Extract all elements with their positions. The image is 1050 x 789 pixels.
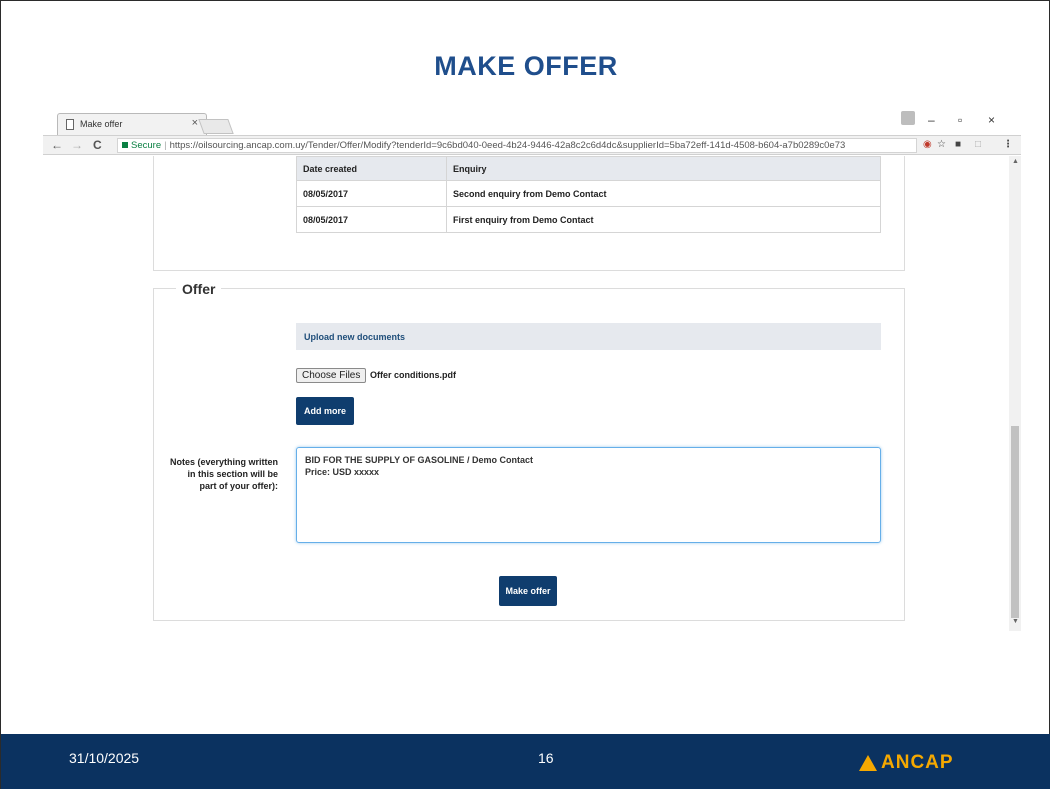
browser-window: Make offer × – ▫ × ← → C Secure | https://… (43, 111, 1021, 631)
notes-label: Notes (everything written in this sectio… (169, 457, 278, 491)
restore-button[interactable]: ▫ (958, 113, 962, 127)
cell-enquiry[interactable]: Second enquiry from Demo Contact (446, 180, 881, 207)
url-text: https://oilsourcing.ancap.com.uy/Tender/… (169, 140, 846, 151)
choose-files-button[interactable]: Choose Files (296, 368, 367, 383)
column-header: Date created (296, 156, 447, 181)
extension-icon[interactable]: ◉ (923, 139, 932, 150)
lock-icon (122, 142, 128, 148)
enquiries-table: Date created Enquiry 08/05/2017 Second e… (296, 156, 881, 233)
secure-label: Secure (131, 140, 162, 151)
cell-date: 08/05/2017 (296, 180, 447, 207)
add-more-files-button[interactable]: Add more files (296, 397, 354, 444)
extension-box-icon[interactable]: □ (975, 139, 981, 150)
page-icon (66, 119, 74, 130)
scroll-thumb[interactable] (1011, 426, 1019, 618)
make-offer-button[interactable]: Make offer (499, 576, 557, 606)
vertical-scrollbar[interactable]: ▲ ▼ (1009, 156, 1021, 631)
tab-bar: Make offer × – ▫ × (43, 111, 1021, 135)
footer-date: 31/10/2025 (69, 750, 140, 766)
star-icon[interactable]: ☆ (937, 139, 946, 150)
notes-textarea[interactable]: BID FOR THE SUPPLY OF GASOLINE / Demo Co… (296, 447, 881, 543)
table-row[interactable]: 08/05/2017 First enquiry from Demo Conta… (296, 206, 881, 233)
column-header: Enquiry (446, 156, 881, 181)
page-viewport: Date created Enquiry 08/05/2017 Second e… (43, 156, 1009, 631)
reload-button[interactable]: C (93, 138, 102, 152)
menu-icon[interactable]: ⋮ (1003, 139, 1013, 150)
close-window-button[interactable]: × (988, 113, 995, 127)
tab-close-icon[interactable]: × (192, 117, 198, 129)
table-header-row: Date created Enquiry (296, 156, 881, 181)
offer-panel: Offer Upload new documents Choose Files … (153, 281, 905, 621)
logo-triangle-icon (859, 755, 877, 771)
slide: MAKE OFFER Make offer × – ▫ × ← → C Secu… (0, 0, 1050, 789)
slide-title: MAKE OFFER (434, 51, 618, 81)
address-bar: ← → C Secure | https://oilsourcing.ancap.c… (43, 135, 1021, 155)
slide-footer: 31/10/2025 16 ANCAP (1, 734, 1050, 789)
upload-header: Upload new documents (296, 323, 881, 350)
scroll-up-icon[interactable]: ▲ (1012, 158, 1019, 165)
selected-file-name: Offer conditions.pdf (370, 370, 456, 380)
enquiries-panel: Date created Enquiry 08/05/2017 Second e… (153, 156, 905, 271)
table-row[interactable]: 08/05/2017 Second enquiry from Demo Cont… (296, 180, 881, 207)
new-tab-button[interactable] (198, 119, 234, 134)
offer-legend: Offer (176, 281, 222, 297)
profile-icon[interactable] (901, 111, 915, 125)
url-field[interactable]: Secure | https://oilsourcing.ancap.com.uy/… (117, 138, 917, 153)
cell-date: 08/05/2017 (296, 206, 447, 233)
minimize-button[interactable]: – (928, 113, 935, 127)
footer-page-number: 16 (538, 750, 554, 766)
logo-text: ANCAP (881, 752, 954, 773)
forward-button[interactable]: → (71, 138, 83, 152)
tab-make-offer[interactable]: Make offer × (57, 113, 207, 135)
extension-square-icon[interactable]: ■ (955, 139, 961, 150)
back-button[interactable]: ← (51, 138, 63, 152)
scroll-down-icon[interactable]: ▼ (1012, 618, 1019, 625)
cell-enquiry[interactable]: First enquiry from Demo Contact (446, 206, 881, 233)
tab-title: Make offer (80, 119, 123, 129)
